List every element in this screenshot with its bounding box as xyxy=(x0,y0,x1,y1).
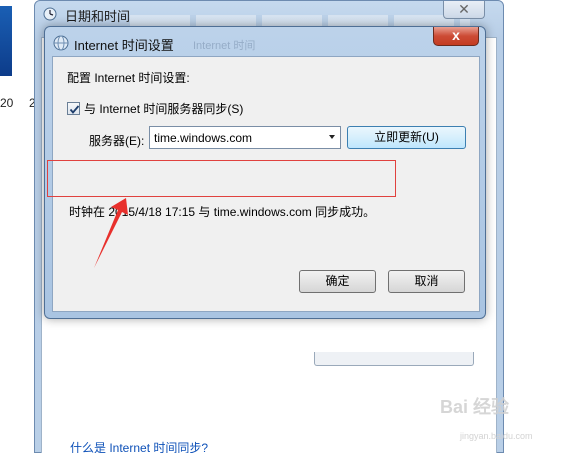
watermark-url: jingyan.baidu.com xyxy=(460,431,533,441)
sync-checkbox-label: 与 Internet 时间服务器同步(S) xyxy=(84,102,244,116)
close-button[interactable]: x xyxy=(433,27,479,46)
dialog-title: Internet 时间设置 xyxy=(74,38,174,53)
close-button[interactable]: ✕ xyxy=(443,1,485,19)
sync-checkbox[interactable] xyxy=(67,102,80,115)
help-link[interactable]: 什么是 Internet 时间同步? xyxy=(70,439,208,453)
clock-globe-icon xyxy=(43,7,57,21)
cancel-button[interactable]: 取消 xyxy=(388,270,465,293)
watermark: Bai 经验 xyxy=(440,397,510,417)
desktop-strip: 20 2 xyxy=(0,0,36,453)
clock-globe-icon xyxy=(53,35,69,51)
sync-checkbox-row[interactable]: 与 Internet 时间服务器同步(S) xyxy=(67,100,243,117)
desktop-icon[interactable] xyxy=(0,6,12,76)
dropdown-arrow-icon xyxy=(329,135,335,139)
settings-heading: 配置 Internet 时间设置: xyxy=(67,71,190,85)
server-label: 服务器(E): xyxy=(89,134,145,148)
update-now-button[interactable]: 立即更新(U) xyxy=(347,126,466,149)
server-select[interactable]: time.windows.com xyxy=(149,126,341,149)
annotation-arrow-icon xyxy=(94,198,128,268)
ok-button[interactable]: 确定 xyxy=(299,270,376,293)
ghost-title: Internet 时间 xyxy=(193,40,256,52)
change-settings-button[interactable] xyxy=(314,352,474,366)
checkmark-icon xyxy=(69,105,80,114)
window-title: 日期和时间 xyxy=(65,9,131,24)
annotation-highlight-box xyxy=(47,160,396,197)
desktop-text: 20 xyxy=(0,96,14,110)
server-value: time.windows.com xyxy=(154,131,253,145)
